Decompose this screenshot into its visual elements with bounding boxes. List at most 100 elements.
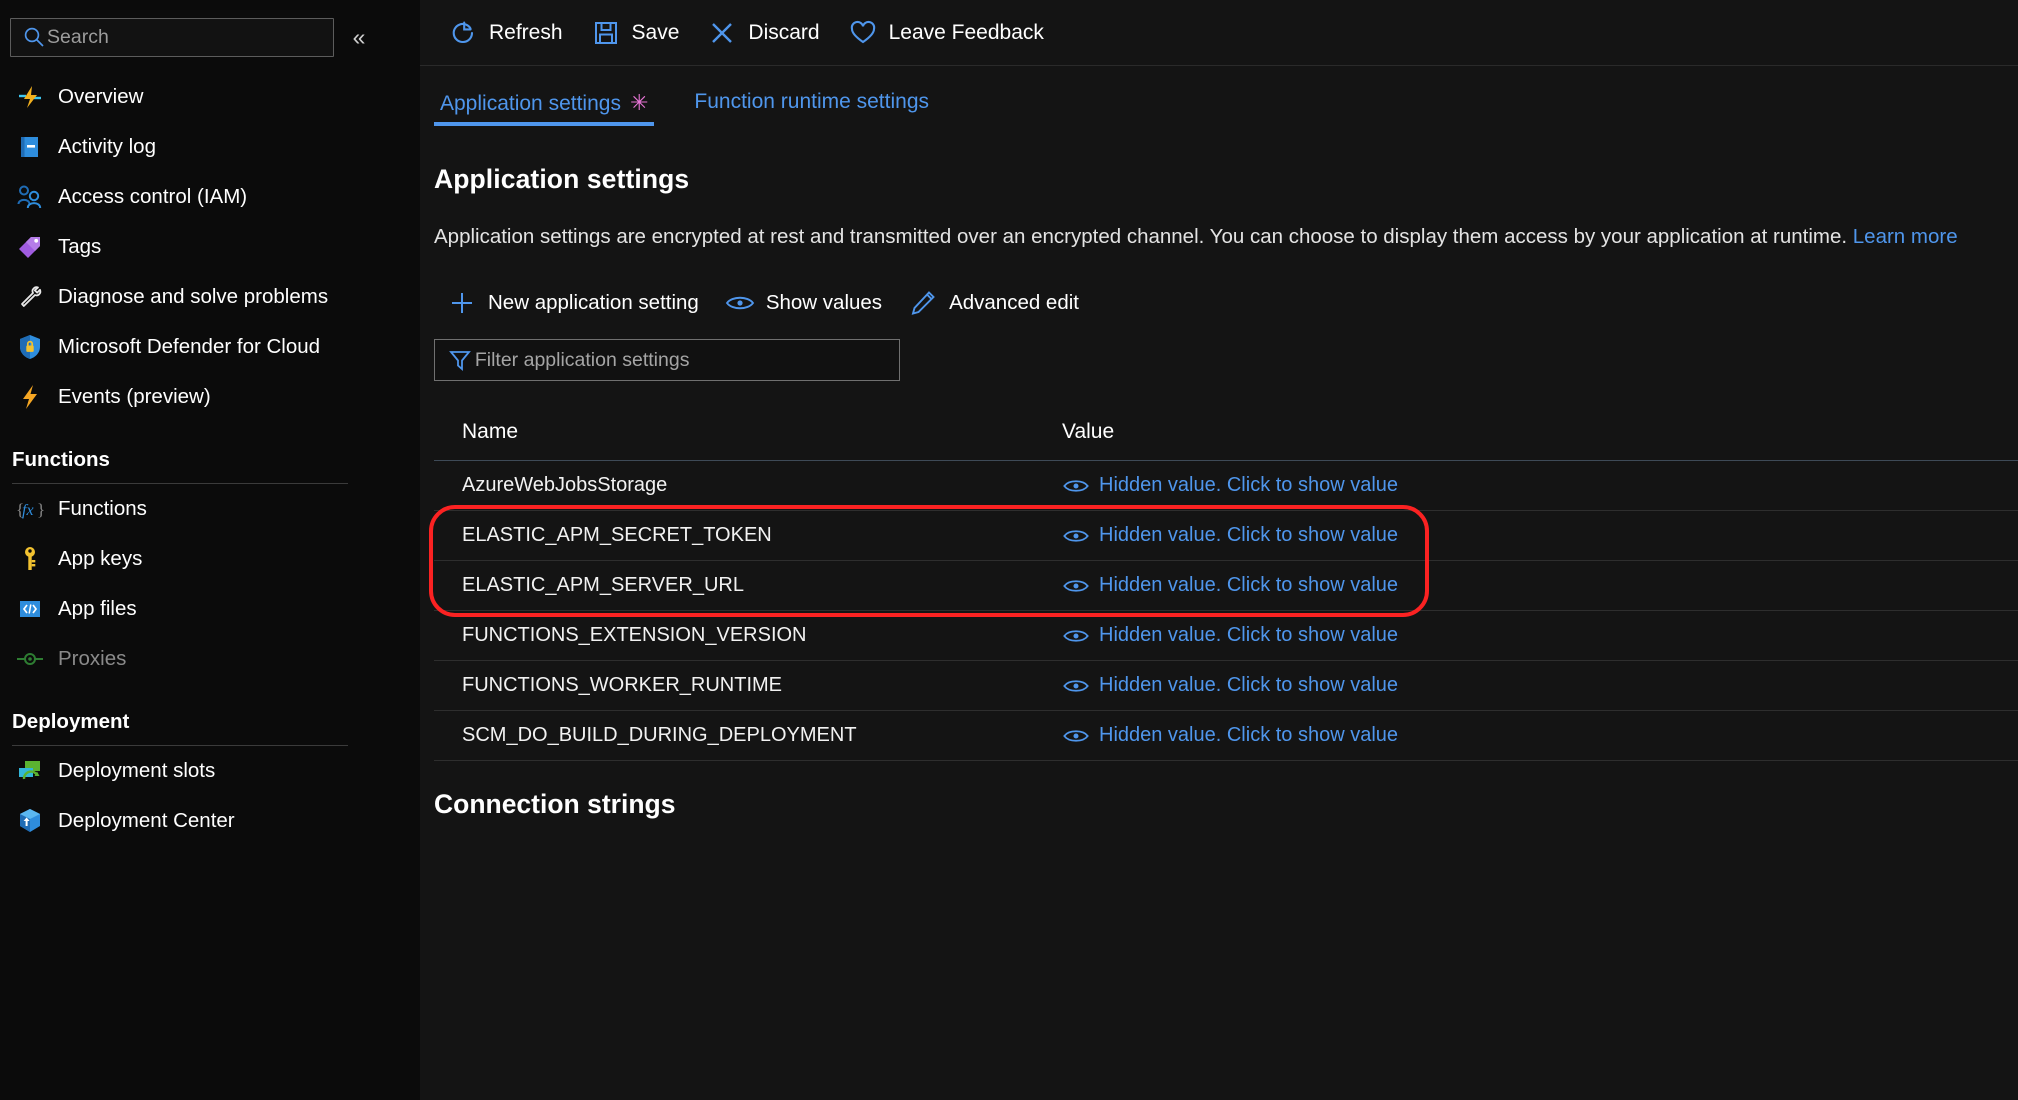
show-values-button[interactable]: Show values (712, 281, 895, 325)
table-row[interactable]: FUNCTIONS_WORKER_RUNTIME Hidden value. Cl… (434, 661, 2018, 711)
left-navigation-sidebar: « Overview (0, 0, 420, 1100)
tab-label: Application settings (440, 92, 621, 115)
advanced-edit-button[interactable]: Advanced edit (895, 281, 1092, 325)
access-control-people-icon (12, 183, 48, 211)
wrench-icon (12, 283, 48, 311)
hidden-value-link[interactable]: Hidden value. Click to show value (1099, 624, 1398, 647)
hidden-value-link[interactable]: Hidden value. Click to show value (1099, 674, 1398, 697)
sidebar-item-label: Diagnose and solve problems (58, 285, 329, 308)
deployment-slots-icon (12, 757, 48, 785)
tab-function-runtime-settings[interactable]: Function runtime settings (688, 90, 935, 126)
table-row[interactable]: SCM_DO_BUILD_DURING_DEPLOYMENT Hidden val… (434, 711, 2018, 761)
proxies-icon (12, 645, 48, 673)
button-label: New application setting (488, 291, 699, 314)
sidebar-item-label: Proxies (58, 647, 127, 670)
command-toolbar: Refresh Save Discard Leave Feedback (420, 0, 2018, 66)
table-row[interactable]: AzureWebJobsStorage Hidden value. Click t… (434, 461, 2018, 511)
setting-value-cell[interactable]: Hidden value. Click to show value (1044, 574, 1398, 597)
sidebar-item-activity-log[interactable]: Activity log (0, 122, 420, 172)
sidebar-item-functions[interactable]: { fx } Functions (0, 484, 420, 534)
sidebar-item-microsoft-defender-for-cloud[interactable]: Microsoft Defender for Cloud (0, 322, 420, 372)
sidebar-primary-nav: Overview Activity log Access control (IA… (0, 72, 420, 422)
sidebar-item-deployment-slots[interactable]: Deployment slots (0, 746, 420, 796)
eye-icon (1062, 576, 1090, 596)
sidebar-group-functions-header: Functions (0, 448, 420, 484)
search-icon (21, 26, 47, 48)
new-application-setting-button[interactable]: New application setting (434, 281, 712, 325)
column-header-value[interactable]: Value (1044, 420, 1114, 444)
sidebar-item-label: Tags (58, 235, 102, 258)
search-input[interactable] (47, 25, 323, 49)
button-label: Show values (765, 291, 883, 314)
svg-text:}: } (37, 500, 45, 519)
eye-icon (1062, 526, 1090, 546)
button-label: Refresh (489, 20, 563, 44)
sidebar-item-label: App keys (58, 547, 143, 570)
sidebar-item-events-preview[interactable]: Events (preview) (0, 372, 420, 422)
discard-button[interactable]: Discard (693, 11, 833, 55)
sidebar-item-deployment-center[interactable]: Deployment Center (0, 796, 420, 846)
sidebar-item-tags[interactable]: Tags (0, 222, 420, 272)
heart-icon (848, 18, 878, 48)
description-line-2: access by your application at runtime. (1504, 225, 1848, 248)
sidebar-item-overview[interactable]: Overview (0, 72, 420, 122)
table-row[interactable]: FUNCTIONS_EXTENSION_VERSION Hidden value.… (434, 611, 2018, 661)
page-description: Application settings are encrypted at re… (420, 221, 2018, 252)
funnel-icon (445, 348, 475, 372)
sidebar-item-diagnose-and-solve-problems[interactable]: Diagnose and solve problems (0, 272, 420, 322)
sidebar-item-label: Events (preview) (58, 385, 211, 408)
settings-action-bar: New application setting Show values Adva… (420, 279, 2018, 327)
filter-row (420, 339, 2018, 381)
fx-icon: { fx } (12, 495, 48, 523)
table-row[interactable]: ELASTIC_APM_SERVER_URL Hidden value. Clic… (434, 561, 2018, 611)
setting-value-cell[interactable]: Hidden value. Click to show value (1044, 624, 1398, 647)
activity-log-icon (12, 133, 48, 161)
svg-text:fx: fx (22, 502, 34, 519)
setting-value-cell[interactable]: Hidden value. Click to show value (1044, 674, 1398, 697)
setting-value-cell[interactable]: Hidden value. Click to show value (1044, 524, 1398, 547)
save-floppy-icon (591, 18, 621, 48)
save-button[interactable]: Save (577, 11, 694, 55)
sidebar-group-title: Functions (12, 448, 110, 471)
sidebar-item-app-keys[interactable]: App keys (0, 534, 420, 584)
hidden-value-link[interactable]: Hidden value. Click to show value (1099, 524, 1398, 547)
refresh-button[interactable]: Refresh (434, 11, 577, 55)
button-label: Save (631, 20, 680, 44)
sidebar-item-label: Activity log (58, 135, 156, 158)
setting-value-cell[interactable]: Hidden value. Click to show value (1044, 474, 1398, 497)
sidebar-item-label: Deployment Center (58, 809, 235, 832)
search-input-wrapper[interactable] (10, 17, 334, 57)
button-label: Leave Feedback (888, 20, 1044, 44)
plus-icon (447, 289, 477, 317)
sidebar-item-app-files[interactable]: App files (0, 584, 420, 634)
hidden-value-link[interactable]: Hidden value. Click to show value (1099, 574, 1398, 597)
discard-x-icon (707, 18, 737, 48)
leave-feedback-button[interactable]: Leave Feedback (834, 11, 1058, 55)
eye-icon (1062, 626, 1090, 646)
column-header-name[interactable]: Name (434, 420, 1044, 444)
hidden-value-link[interactable]: Hidden value. Click to show value (1099, 474, 1398, 497)
pencil-icon (908, 289, 938, 317)
sidebar-item-access-control[interactable]: Access control (IAM) (0, 172, 420, 222)
table-row[interactable]: ELASTIC_APM_SECRET_TOKEN Hidden value. Cl… (434, 511, 2018, 561)
unsaved-changes-asterisk: ✳ (629, 90, 649, 115)
sidebar-item-label: App files (58, 597, 137, 620)
hidden-value-link[interactable]: Hidden value. Click to show value (1099, 724, 1398, 747)
application-settings-table: Name Value AzureWebJobsStorage Hidden val… (420, 403, 2018, 761)
main-content-pane: Refresh Save Discard Leave Feedback Appl… (420, 0, 2018, 1100)
events-lightning-icon (12, 383, 48, 411)
sidebar-group-title: Deployment (12, 710, 130, 733)
filter-input-wrapper[interactable] (434, 339, 900, 381)
setting-name-cell: ELASTIC_APM_SERVER_URL (462, 574, 744, 596)
sidebar-item-label: Deployment slots (58, 759, 216, 782)
tab-label: Function runtime settings (694, 90, 929, 113)
sidebar-item-proxies[interactable]: Proxies (0, 634, 420, 684)
overview-lightning-icon (12, 83, 48, 111)
connection-strings-title: Connection strings (434, 789, 676, 819)
button-label: Discard (748, 20, 820, 44)
learn-more-link[interactable]: Learn more (1853, 225, 1958, 248)
tab-application-settings[interactable]: Application settings ✳ (434, 90, 655, 126)
filter-input[interactable] (474, 348, 889, 372)
collapse-sidebar-button[interactable]: « (334, 18, 384, 57)
setting-value-cell[interactable]: Hidden value. Click to show value (1044, 724, 1398, 747)
